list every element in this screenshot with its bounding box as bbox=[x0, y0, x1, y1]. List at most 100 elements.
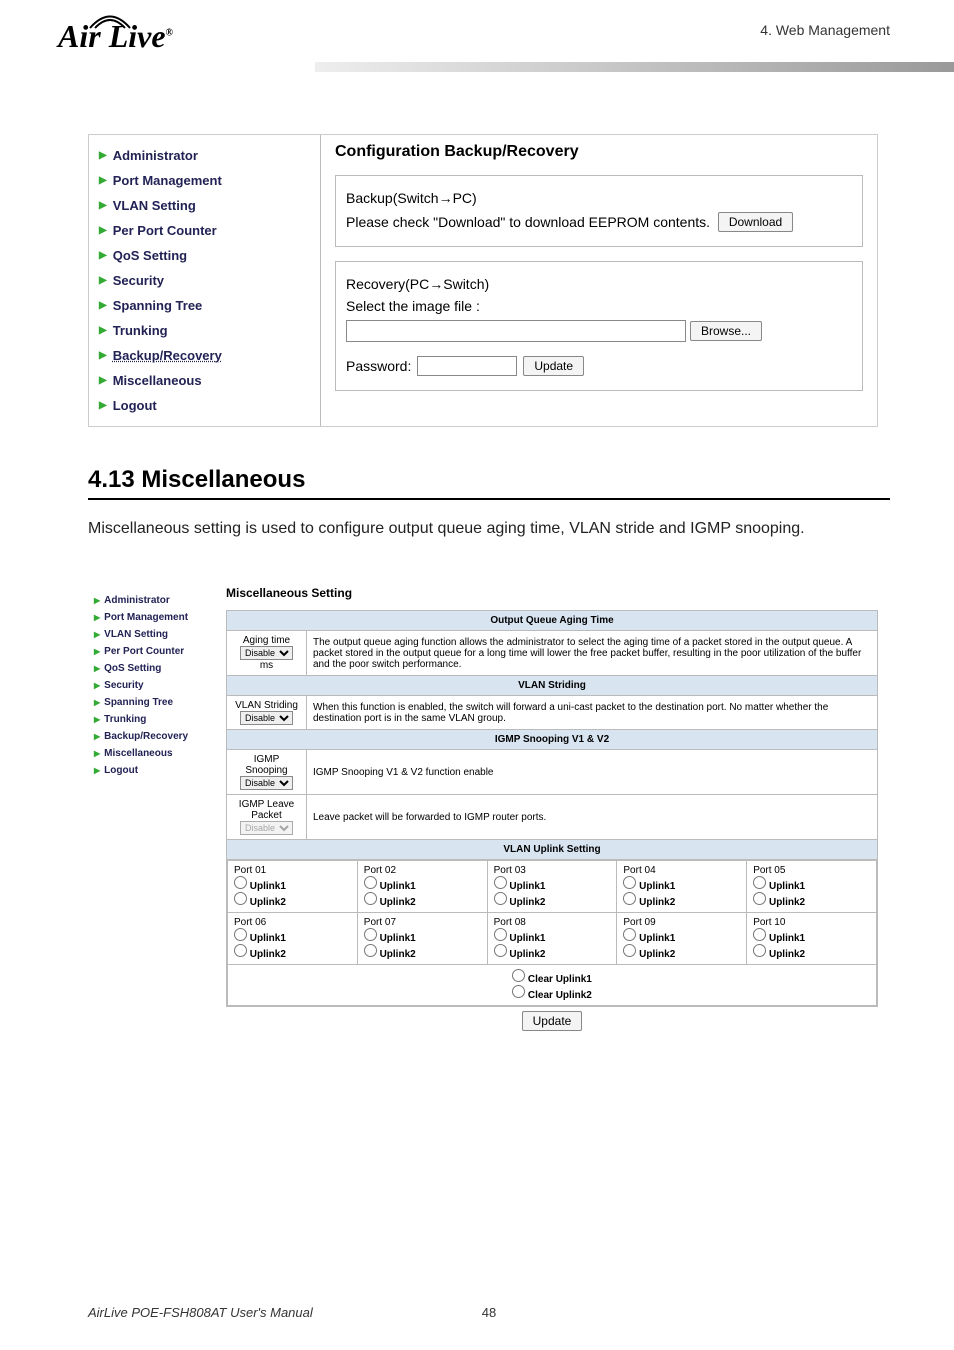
sidebar-item-security[interactable]: ▶Security bbox=[89, 268, 320, 293]
uplink-port-cell: Port 02 Uplink1 Uplink2 bbox=[357, 861, 487, 913]
password-label: Password: bbox=[346, 358, 411, 374]
port-label: Port 09 bbox=[623, 917, 655, 928]
clear-uplink2-radio[interactable] bbox=[512, 985, 525, 998]
igmp-leave-select: Disable bbox=[240, 821, 293, 835]
uplink2-label: Uplink2 bbox=[509, 897, 545, 908]
backup-text: Please check "Download" to download EEPR… bbox=[346, 214, 710, 230]
chevron-icon: ▶ bbox=[99, 225, 107, 236]
uplink2-radio[interactable] bbox=[623, 892, 636, 905]
sidebar-item-qos-setting[interactable]: ▶QoS Setting bbox=[88, 660, 226, 677]
recovery-section: Recovery(PC→Switch) Select the image fil… bbox=[335, 261, 863, 391]
port-label: Port 01 bbox=[234, 865, 266, 876]
uplink2-radio[interactable] bbox=[234, 892, 247, 905]
port-label: Port 06 bbox=[234, 917, 266, 928]
download-button[interactable]: Download bbox=[718, 212, 793, 232]
uplink2-radio[interactable] bbox=[364, 892, 377, 905]
uplink-port-cell: Port 01 Uplink1 Uplink2 bbox=[228, 861, 358, 913]
sidebar-item-vlan-setting[interactable]: ▶VLAN Setting bbox=[89, 193, 320, 218]
sidebar-item-administrator[interactable]: ▶Administrator bbox=[88, 592, 226, 609]
uplink2-radio[interactable] bbox=[623, 944, 636, 957]
sidebar-item-miscellaneous[interactable]: ▶Miscellaneous bbox=[89, 368, 320, 393]
uplink-port-cell: Port 04 Uplink1 Uplink2 bbox=[617, 861, 747, 913]
sidebar-item-backup-recovery[interactable]: ▶Backup/Recovery bbox=[89, 343, 320, 368]
sidebar-item-qos-setting[interactable]: ▶QoS Setting bbox=[89, 243, 320, 268]
uplink1-radio[interactable] bbox=[494, 928, 507, 941]
chevron-icon: ▶ bbox=[94, 715, 100, 724]
recovery-header: Recovery(PC→Switch) bbox=[346, 276, 489, 292]
sidebar-item-per-port-counter[interactable]: ▶Per Port Counter bbox=[89, 218, 320, 243]
sidebar-item-miscellaneous[interactable]: ▶Miscellaneous bbox=[88, 745, 226, 762]
port-label: Port 04 bbox=[623, 865, 655, 876]
uplink2-radio[interactable] bbox=[234, 944, 247, 957]
password-input[interactable] bbox=[417, 356, 517, 376]
clear-uplink2-label: Clear Uplink2 bbox=[528, 990, 592, 1001]
sidebar-item-logout[interactable]: ▶Logout bbox=[88, 762, 226, 779]
settings-table: Output Queue Aging Time Aging time Disab… bbox=[226, 610, 878, 1007]
uplink-header: VLAN Uplink Setting bbox=[227, 840, 878, 860]
uplink2-radio[interactable] bbox=[494, 892, 507, 905]
uplink1-radio[interactable] bbox=[753, 876, 766, 889]
sidebar-item-trunking[interactable]: ▶Trunking bbox=[89, 318, 320, 343]
chevron-icon: ▶ bbox=[94, 630, 100, 639]
uplink1-radio[interactable] bbox=[494, 876, 507, 889]
striding-cell: VLAN Striding Disable bbox=[227, 696, 307, 730]
sidebar-item-security[interactable]: ▶Security bbox=[88, 677, 226, 694]
uplink2-radio[interactable] bbox=[753, 944, 766, 957]
sidebar-item-vlan-setting[interactable]: ▶VLAN Setting bbox=[88, 626, 226, 643]
port-label: Port 03 bbox=[494, 865, 526, 876]
igmp-snoop-label: IGMP Snooping bbox=[245, 754, 287, 776]
uplink2-label: Uplink2 bbox=[769, 949, 805, 960]
igmp-snoop-select[interactable]: Disable bbox=[240, 776, 293, 790]
aging-header: Output Queue Aging Time bbox=[227, 611, 878, 631]
uplink2-label: Uplink2 bbox=[250, 949, 286, 960]
content-pane: Configuration Backup/Recovery Backup(Swi… bbox=[321, 135, 877, 426]
chevron-icon: ▶ bbox=[99, 300, 107, 311]
sidebar-item-per-port-counter[interactable]: ▶Per Port Counter bbox=[88, 643, 226, 660]
chevron-icon: ▶ bbox=[99, 275, 107, 286]
uplink-port-cell: Port 07 Uplink1 Uplink2 bbox=[357, 913, 487, 965]
page-title: Configuration Backup/Recovery bbox=[335, 143, 863, 161]
sidebar-item-administrator[interactable]: ▶Administrator bbox=[89, 143, 320, 168]
content-pane: Miscellaneous Setting Output Queue Aging… bbox=[226, 586, 878, 1031]
uplink1-radio[interactable] bbox=[623, 928, 636, 941]
update-button[interactable]: Update bbox=[523, 356, 584, 376]
sidebar-item-logout[interactable]: ▶Logout bbox=[89, 393, 320, 418]
chevron-icon: ▶ bbox=[99, 325, 107, 336]
chevron-icon: ▶ bbox=[94, 766, 100, 775]
browse-button[interactable]: Browse... bbox=[690, 321, 762, 341]
sidebar-item-port-management[interactable]: ▶Port Management bbox=[89, 168, 320, 193]
update-button[interactable]: Update bbox=[522, 1011, 583, 1031]
striding-select[interactable]: Disable bbox=[240, 711, 293, 725]
uplink2-radio[interactable] bbox=[494, 944, 507, 957]
uplink2-radio[interactable] bbox=[753, 892, 766, 905]
chevron-icon: ▶ bbox=[94, 698, 100, 707]
header-divider bbox=[315, 62, 954, 72]
uplink1-label: Uplink1 bbox=[380, 933, 416, 944]
screenshot-miscellaneous: ▶Administrator ▶Port Management ▶VLAN Se… bbox=[88, 586, 878, 1031]
uplink2-label: Uplink2 bbox=[769, 897, 805, 908]
sidebar-item-spanning-tree[interactable]: ▶Spanning Tree bbox=[88, 694, 226, 711]
chevron-icon: ▶ bbox=[94, 681, 100, 690]
port-label: Port 05 bbox=[753, 865, 785, 876]
chevron-icon: ▶ bbox=[99, 250, 107, 261]
uplink2-radio[interactable] bbox=[364, 944, 377, 957]
port-label: Port 08 bbox=[494, 917, 526, 928]
sidebar-item-port-management[interactable]: ▶Port Management bbox=[88, 609, 226, 626]
uplink-port-cell: Port 08 Uplink1 Uplink2 bbox=[487, 913, 617, 965]
uplink1-radio[interactable] bbox=[364, 876, 377, 889]
striding-header: VLAN Striding bbox=[227, 676, 878, 696]
uplink1-radio[interactable] bbox=[753, 928, 766, 941]
file-path-input[interactable] bbox=[346, 320, 686, 342]
uplink1-radio[interactable] bbox=[234, 928, 247, 941]
sidebar-item-backup-recovery[interactable]: ▶Backup/Recovery bbox=[88, 728, 226, 745]
igmp-leave-label: IGMP Leave Packet bbox=[239, 799, 294, 821]
aging-select[interactable]: Disable bbox=[240, 646, 293, 660]
uplink1-radio[interactable] bbox=[623, 876, 636, 889]
clear-uplink1-radio[interactable] bbox=[512, 969, 525, 982]
uplink1-radio[interactable] bbox=[234, 876, 247, 889]
sidebar-item-trunking[interactable]: ▶Trunking bbox=[88, 711, 226, 728]
backup-section: Backup(Switch→PC) Please check "Download… bbox=[335, 175, 863, 247]
uplink1-radio[interactable] bbox=[364, 928, 377, 941]
page-number: 48 bbox=[482, 1305, 496, 1320]
sidebar-item-spanning-tree[interactable]: ▶Spanning Tree bbox=[89, 293, 320, 318]
